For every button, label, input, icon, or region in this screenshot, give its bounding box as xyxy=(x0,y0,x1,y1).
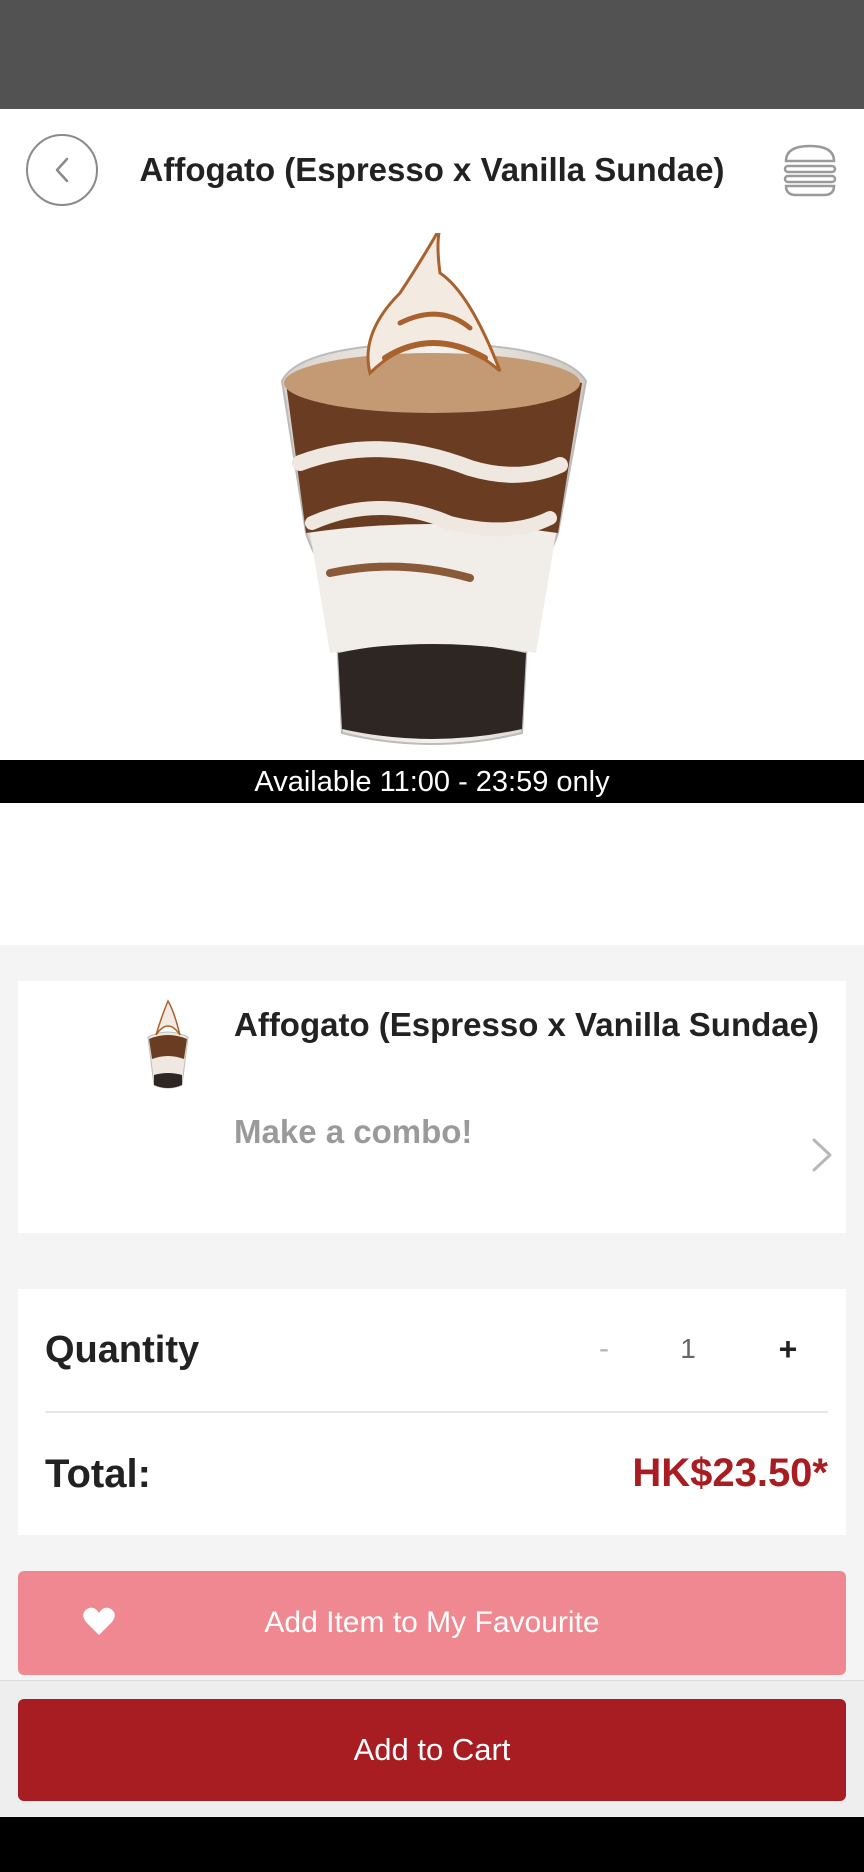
status-bar xyxy=(0,0,864,109)
total-label: Total: xyxy=(45,1452,151,1496)
add-to-favourite-button[interactable]: Add Item to My Favourite xyxy=(18,1571,846,1675)
availability-banner: Available 11:00 - 23:59 only xyxy=(0,760,864,803)
product-image xyxy=(0,227,864,760)
system-nav-bar xyxy=(0,1817,864,1872)
favourite-label: Add Item to My Favourite xyxy=(264,1606,600,1639)
header: Affogato (Espresso x Vanilla Sundae) xyxy=(0,109,864,233)
page-title: Affogato (Espresso x Vanilla Sundae) xyxy=(139,151,725,188)
product-thumbnail xyxy=(147,999,189,1089)
burger-menu-icon xyxy=(783,144,837,197)
combo-label: Make a combo! xyxy=(234,1113,473,1150)
chevron-left-icon xyxy=(55,157,69,183)
decrease-quantity-button[interactable]: - xyxy=(568,1319,640,1379)
back-button[interactable] xyxy=(26,134,98,206)
order-summary-card: Quantity - 1 + Total: HK$23.50* xyxy=(18,1289,846,1535)
add-to-cart-button[interactable]: Add to Cart xyxy=(18,1699,846,1801)
divider xyxy=(45,1411,828,1413)
spacer xyxy=(0,803,864,945)
sundae-image xyxy=(280,227,588,745)
footer-bar: Add to Cart xyxy=(0,1680,864,1817)
menu-button[interactable] xyxy=(782,143,838,197)
item-name: Affogato (Espresso x Vanilla Sundae) xyxy=(234,1006,819,1043)
quantity-value: 1 xyxy=(680,1333,696,1364)
item-card: Affogato (Espresso x Vanilla Sundae) Mak… xyxy=(18,981,846,1233)
make-combo-row[interactable]: Make a combo! xyxy=(18,1091,846,1233)
increase-quantity-button[interactable]: + xyxy=(752,1319,824,1379)
quantity-label: Quantity xyxy=(45,1329,200,1371)
total-price: HK$23.50* xyxy=(632,1451,828,1495)
chevron-right-icon xyxy=(812,1138,832,1172)
